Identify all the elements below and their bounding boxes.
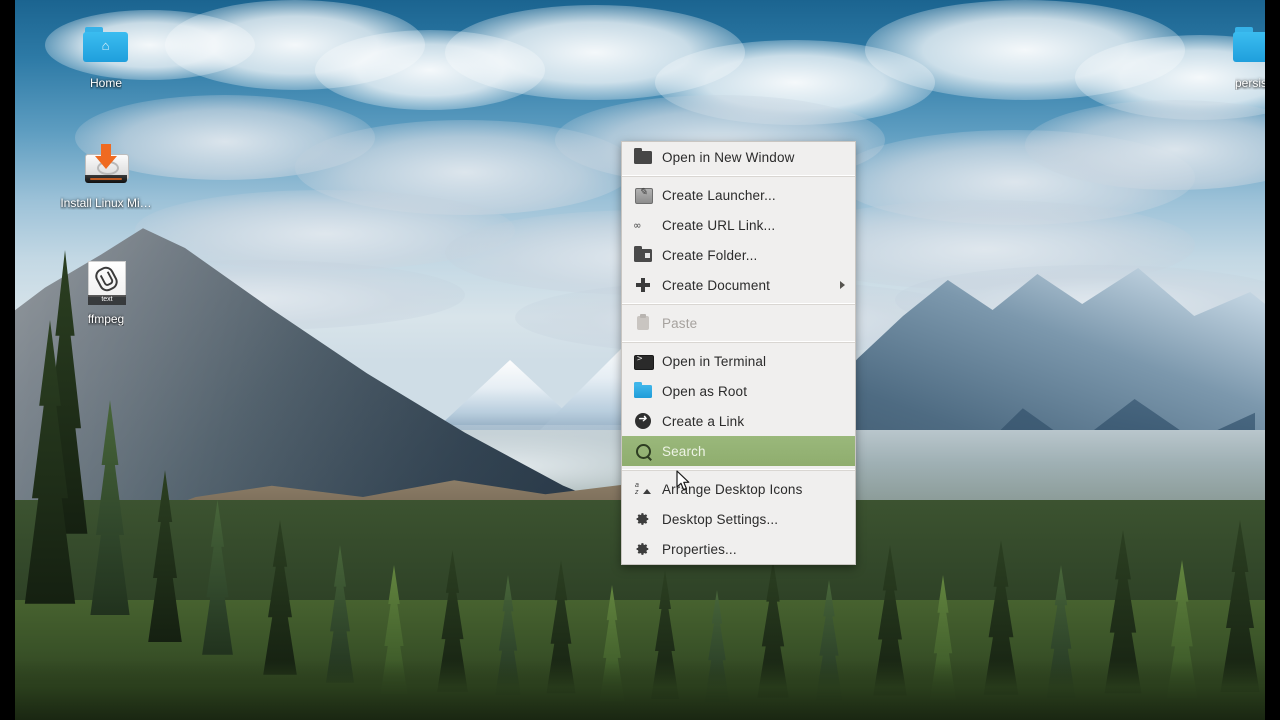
cloud bbox=[865, 0, 1185, 100]
gear-icon bbox=[634, 540, 652, 558]
cloud bbox=[445, 5, 745, 100]
cloud bbox=[165, 0, 425, 90]
cloud bbox=[835, 130, 1195, 225]
cloud bbox=[1025, 100, 1265, 190]
new-folder-icon bbox=[634, 246, 652, 264]
desktop-icon-label: Home bbox=[89, 76, 122, 90]
plus-icon bbox=[634, 276, 652, 294]
file-type-badge: text bbox=[88, 295, 126, 305]
menu-item-search[interactable]: Search bbox=[622, 436, 855, 466]
menu-separator bbox=[622, 341, 855, 343]
menu-item-create-document[interactable]: Create Document bbox=[622, 270, 855, 300]
text-document-icon: text bbox=[82, 258, 130, 306]
desktop-icon-label: Install Linux Mi… bbox=[60, 196, 152, 210]
cloud bbox=[295, 120, 635, 215]
cloud bbox=[315, 30, 545, 110]
folder-blue-icon bbox=[634, 382, 652, 400]
menu-separator bbox=[622, 469, 855, 471]
cloud bbox=[655, 40, 935, 125]
folder-dark-icon bbox=[634, 148, 652, 166]
search-icon bbox=[634, 442, 652, 460]
menu-item-create-url-link[interactable]: ∞ Create URL Link... bbox=[622, 210, 855, 240]
menu-separator bbox=[622, 303, 855, 305]
desktop-context-menu[interactable]: Open in New Window Create Launcher... ∞ … bbox=[621, 141, 856, 565]
letterbox-right bbox=[1265, 0, 1280, 720]
terminal-icon bbox=[634, 352, 654, 370]
desktop-icon-ffmpeg[interactable]: text ffmpeg bbox=[58, 258, 154, 326]
menu-item-create-a-link[interactable]: Create a Link bbox=[622, 406, 855, 436]
paste-icon bbox=[634, 314, 652, 332]
menu-item-paste: Paste bbox=[622, 308, 855, 338]
disc-installer-icon bbox=[82, 142, 130, 190]
letterbox-left bbox=[0, 0, 15, 720]
menu-item-properties[interactable]: Properties... bbox=[622, 534, 855, 564]
menu-item-desktop-settings[interactable]: Desktop Settings... bbox=[622, 504, 855, 534]
menu-item-open-in-terminal[interactable]: Open in Terminal bbox=[622, 346, 855, 376]
sort-az-icon: az bbox=[634, 480, 652, 498]
folder-home-icon: ⌂ bbox=[82, 22, 130, 70]
chevron-right-icon bbox=[840, 281, 845, 289]
menu-item-create-folder[interactable]: Create Folder... bbox=[622, 240, 855, 270]
menu-item-open-in-new-window[interactable]: Open in New Window bbox=[622, 142, 855, 172]
link-arrow-icon bbox=[634, 412, 652, 430]
desktop-icon-home[interactable]: ⌂ Home bbox=[58, 22, 154, 90]
desktop-screen: ⌂ Home Install Linux Mi… text ffmpeg per… bbox=[0, 0, 1280, 720]
desktop-icon-label: ffmpeg bbox=[87, 312, 125, 326]
launcher-icon bbox=[634, 186, 653, 204]
desktop-icon-install-linux-mint[interactable]: Install Linux Mi… bbox=[58, 142, 154, 210]
url-link-icon: ∞ bbox=[634, 219, 641, 232]
menu-separator bbox=[622, 175, 855, 177]
menu-item-arrange-desktop-icons[interactable]: az Arrange Desktop Icons bbox=[622, 474, 855, 504]
menu-item-open-as-root[interactable]: Open as Root bbox=[622, 376, 855, 406]
menu-item-create-launcher[interactable]: Create Launcher... bbox=[622, 180, 855, 210]
gear-icon bbox=[634, 510, 652, 528]
foreground-shrubs bbox=[15, 660, 1265, 720]
